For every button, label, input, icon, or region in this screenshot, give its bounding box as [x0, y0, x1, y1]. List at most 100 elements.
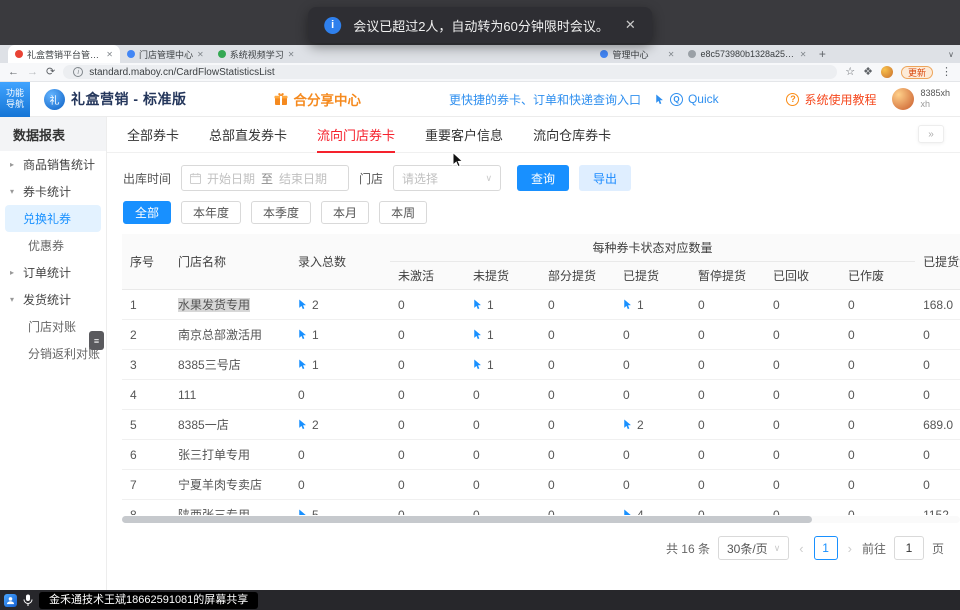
meeting-app-icon[interactable]	[4, 594, 17, 607]
quick-filter-3[interactable]: 本月	[321, 201, 369, 224]
sidebar-item-1[interactable]: ▾券卡统计	[0, 178, 106, 205]
horizontal-scrollbar[interactable]	[122, 516, 960, 523]
count-link[interactable]: 2	[298, 418, 382, 432]
count-link[interactable]: 1	[298, 328, 382, 342]
tab-close-icon[interactable]: ✕	[288, 50, 295, 59]
chevron-right-icon: ▸	[10, 268, 19, 277]
count-link[interactable]: 1	[473, 358, 532, 372]
tab-3[interactable]: 重要客户信息	[425, 117, 503, 153]
cell-index: 5	[122, 410, 170, 440]
date-range-input[interactable]: 开始日期 至 结束日期	[181, 165, 349, 191]
site-info-icon[interactable]: i	[73, 67, 83, 77]
tab-close-icon[interactable]: ✕	[800, 50, 807, 59]
tutorial-link[interactable]: ? 系统使用教程	[786, 91, 876, 108]
count-link[interactable]: 1	[623, 298, 682, 312]
bookmark-star-icon[interactable]: ☆	[845, 67, 855, 78]
quick-search[interactable]: Q Quick	[655, 92, 719, 106]
goto-page-input[interactable]: 1	[894, 536, 924, 560]
sidebar-item-2[interactable]: ▸订单统计	[0, 259, 106, 286]
cell-value: 0	[390, 440, 465, 470]
sidebar-subitem-1-1[interactable]: 优惠券	[5, 232, 101, 259]
sidebar-item-0[interactable]: ▸商品销售统计	[0, 151, 106, 178]
url-text: standard.maboy.cn/CardFlowStatisticsList	[89, 67, 274, 78]
page-number-button[interactable]: 1	[814, 536, 838, 560]
user-name: 8385xh xh	[920, 88, 950, 110]
cell-number: 2	[312, 418, 319, 432]
count-link[interactable]: 2	[623, 418, 682, 432]
count-link[interactable]: 4	[623, 508, 682, 516]
browser-tab-0[interactable]: 礼盒营销平台管理中心✕	[8, 45, 120, 63]
screen: i 会议已超过2人，自动转为60分钟限时会议。 ✕ 礼盒营销平台管理中心✕门店管…	[0, 0, 960, 610]
chevron-down-icon: ∨	[485, 173, 492, 184]
cell-value: 0	[915, 380, 960, 410]
tab-close-icon[interactable]: ✕	[197, 50, 204, 59]
prev-page-icon[interactable]: ‹	[797, 541, 805, 556]
pagination: 共 16 条 30条/页 ∨ ‹ 1 › 前往 1 页	[107, 536, 944, 560]
address-bar[interactable]: i standard.maboy.cn/CardFlowStatisticsLi…	[63, 65, 837, 79]
drilldown-cursor-icon	[623, 299, 633, 310]
tab-search-icon[interactable]: ∨	[942, 45, 960, 63]
cell-number: 0	[773, 508, 780, 516]
new-tab-button[interactable]: +	[813, 45, 831, 63]
browser-profile-avatar[interactable]	[881, 66, 893, 78]
tab-2[interactable]: 流向门店券卡	[317, 117, 395, 153]
function-nav-toggle[interactable]: 功能 导航	[0, 82, 30, 117]
sidebar: 数据报表 ▸商品销售统计▾券卡统计兑换礼券优惠券▸订单统计▾发货统计门店对账分销…	[0, 117, 107, 590]
cell-number: 0	[398, 388, 405, 402]
close-icon[interactable]: ✕	[625, 17, 636, 33]
cell-value: 0	[840, 470, 915, 500]
cell-store: 8385一店	[170, 410, 290, 440]
filter-row: 出库时间 开始日期 至 结束日期 门店 请选择 ∨ 查询 导出	[123, 165, 960, 191]
count-value: 0	[923, 388, 960, 402]
extensions-icon[interactable]: ❖	[863, 67, 873, 78]
tab-close-icon[interactable]: ✕	[668, 50, 675, 59]
count-link[interactable]: 1	[298, 358, 382, 372]
forward-icon[interactable]: →	[27, 67, 38, 78]
browser-update-button[interactable]: 更新	[901, 66, 933, 79]
cell-number: 0	[923, 448, 930, 462]
cell-index: 3	[122, 350, 170, 380]
browser-menu-icon[interactable]: ⋮	[941, 67, 952, 78]
sidebar-subitem-3-0[interactable]: 门店对账	[5, 313, 101, 340]
quick-filter-0[interactable]: 全部	[123, 201, 171, 224]
browser-tab-r1[interactable]: e8c573980b1328a258fd2e6l✕	[681, 45, 813, 63]
scrollbar-thumb[interactable]	[122, 516, 812, 523]
cell-value: 4	[615, 500, 690, 516]
sidebar-subitem-3-1[interactable]: 分销返利对账	[5, 340, 101, 367]
quick-filter-2[interactable]: 本季度	[251, 201, 311, 224]
quick-filter-4[interactable]: 本周	[379, 201, 427, 224]
toast-message: 会议已超过2人，自动转为60分钟限时会议。	[353, 16, 609, 35]
browser-tab-2[interactable]: 系统视频学习✕	[211, 45, 302, 63]
sidebar-item-3[interactable]: ▾发货统计	[0, 286, 106, 313]
next-page-icon[interactable]: ›	[846, 541, 854, 556]
browser-tab-r0[interactable]: 管理中心✕	[593, 45, 681, 63]
browser-tab-1[interactable]: 门店管理中心✕	[120, 45, 211, 63]
quick-filter-1[interactable]: 本年度	[181, 201, 241, 224]
count-link[interactable]: 1	[473, 298, 532, 312]
tab-favicon	[218, 50, 226, 58]
sidebar-collapse-handle[interactable]: ≡	[89, 331, 104, 350]
back-icon[interactable]: ←	[8, 67, 19, 78]
tab-4[interactable]: 流向仓库券卡	[533, 117, 611, 153]
export-button[interactable]: 导出	[579, 165, 631, 191]
share-center-link[interactable]: 合分享中心	[274, 89, 361, 109]
microphone-icon[interactable]	[23, 594, 33, 607]
count-link[interactable]: 5	[298, 508, 382, 516]
tab-favicon	[688, 50, 696, 58]
page-size-select[interactable]: 30条/页 ∨	[718, 536, 789, 560]
count-link[interactable]: 2	[298, 298, 382, 312]
sidebar-subitem-1-0[interactable]: 兑换礼券	[5, 205, 101, 232]
col-header-status-2: 部分提货	[540, 262, 615, 290]
store-select[interactable]: 请选择 ∨	[393, 165, 501, 191]
tab-close-icon[interactable]: ✕	[106, 50, 113, 59]
cell-number: 0	[398, 448, 405, 462]
reload-icon[interactable]: ⟳	[46, 67, 55, 78]
cell-value: 0	[765, 500, 840, 516]
tab-1[interactable]: 总部直发券卡	[209, 117, 287, 153]
quick-filter-row: 全部本年度本季度本月本周	[123, 201, 960, 224]
panel-collapse-button[interactable]: »	[918, 125, 944, 143]
search-button[interactable]: 查询	[517, 165, 569, 191]
user-box[interactable]: 8385xh xh	[892, 88, 950, 110]
count-link[interactable]: 1	[473, 328, 532, 342]
tab-0[interactable]: 全部券卡	[127, 117, 179, 153]
